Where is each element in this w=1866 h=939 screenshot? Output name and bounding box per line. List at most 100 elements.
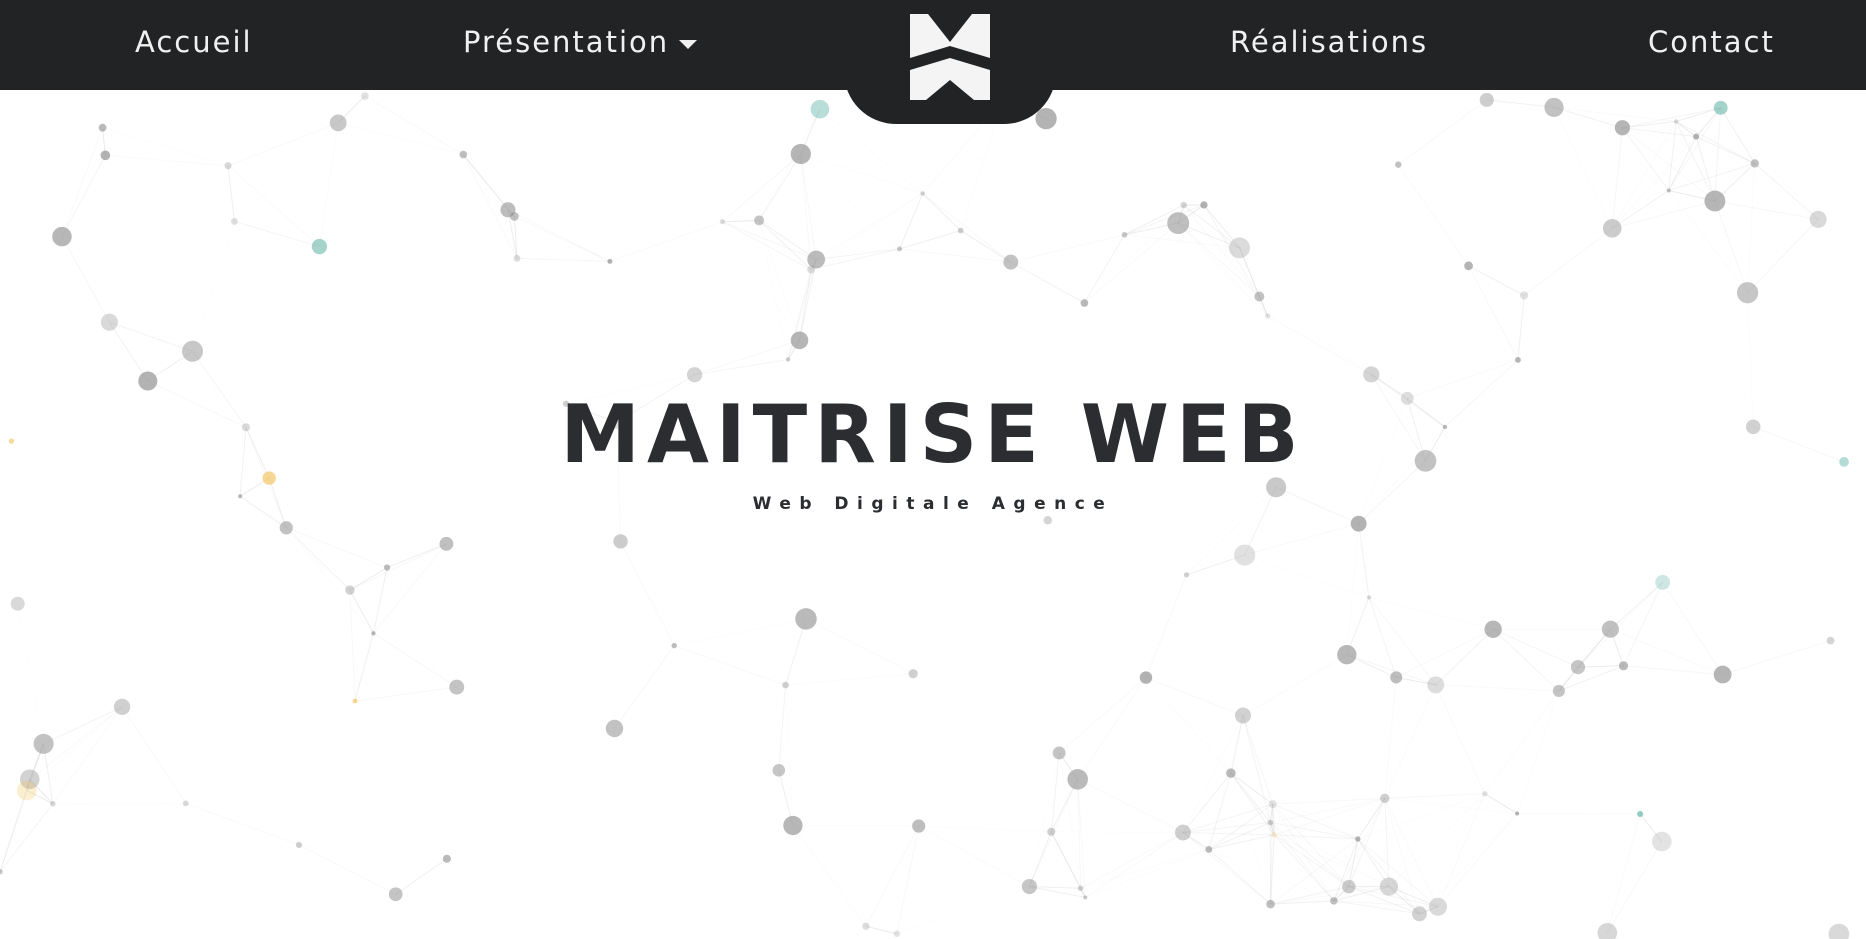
network-link: [1553, 106, 1623, 129]
network-link: [1045, 118, 1125, 236]
network-link: [338, 122, 464, 156]
network-link: [1177, 222, 1260, 297]
network-link: [918, 825, 1030, 887]
network-link: [1516, 690, 1560, 814]
network-node: [1482, 790, 1488, 797]
network-node: [1077, 885, 1084, 892]
network-node: [295, 841, 303, 848]
network-node: [224, 162, 232, 170]
network-link: [1384, 798, 1420, 914]
network-link: [192, 221, 235, 352]
network-node: [613, 534, 628, 549]
network-node: [1205, 845, 1213, 853]
network-node: [897, 246, 903, 252]
network-link: [18, 604, 122, 707]
network-node: [361, 92, 369, 100]
network-link: [922, 193, 962, 231]
network-link: [786, 685, 793, 825]
network-node: [671, 642, 677, 649]
network-node: [1080, 299, 1089, 307]
network-node: [1655, 574, 1671, 590]
network-link: [1347, 655, 1385, 799]
network-link: [1010, 261, 1085, 304]
nav-link-contact[interactable]: Contact: [1648, 0, 1775, 84]
network-node: [1673, 119, 1679, 124]
network-node: [1379, 877, 1399, 896]
network-link: [1051, 831, 1183, 834]
network-node: [1330, 897, 1338, 905]
network-link: [1435, 684, 1559, 692]
network-link: [318, 122, 339, 247]
network-link: [674, 618, 807, 647]
network-node: [1515, 811, 1520, 816]
network-link: [620, 541, 675, 646]
network-node: [1693, 133, 1700, 140]
network-node: [98, 123, 107, 132]
network-node: [1519, 291, 1529, 300]
network-link: [1395, 628, 1494, 678]
network-link: [1492, 628, 1579, 668]
network-link: [1623, 582, 1664, 667]
logo-home-link[interactable]: [844, 0, 1056, 124]
network-link: [1754, 163, 1819, 220]
network-link: [816, 231, 961, 260]
network-node: [182, 340, 204, 362]
network-link: [800, 153, 900, 250]
network-node: [1427, 676, 1445, 694]
network-node: [1035, 107, 1057, 130]
network-node: [459, 150, 468, 159]
network-node: [138, 371, 158, 391]
network-link: [922, 193, 1012, 263]
nav-link-realisations[interactable]: Réalisations: [1230, 0, 1428, 84]
network-node: [345, 585, 355, 595]
network-node: [1067, 769, 1088, 790]
network-link: [722, 222, 799, 341]
network-node: [1234, 544, 1256, 566]
network-link: [227, 165, 235, 222]
network-link: [1182, 822, 1271, 834]
network-node: [1828, 923, 1850, 939]
network-link: [722, 221, 812, 270]
network-link: [1145, 677, 1244, 716]
nav-link-realisations-label: Réalisations: [1230, 25, 1429, 59]
network-node: [1713, 665, 1732, 684]
network-link: [286, 527, 388, 569]
network-node: [113, 698, 131, 716]
network-link: [1384, 797, 1518, 814]
network-node: [1614, 120, 1631, 136]
network-node: [783, 815, 803, 836]
network-link: [896, 825, 920, 934]
nav-link-accueil[interactable]: Accueil: [135, 0, 253, 84]
network-node: [100, 150, 111, 161]
hero-title: MAITRISE WEB: [560, 388, 1306, 481]
network-link: [185, 802, 300, 846]
network-link: [1662, 582, 1724, 675]
network-node: [1602, 219, 1622, 238]
network-node: [52, 226, 72, 247]
network-link: [1242, 715, 1274, 805]
network-link: [1245, 555, 1347, 655]
network-node: [1342, 879, 1356, 894]
network-link: [1273, 834, 1335, 902]
network-link: [1259, 296, 1372, 375]
network-node: [1713, 100, 1728, 115]
network-link: [758, 220, 800, 341]
caret-down-icon: [679, 39, 698, 49]
network-node: [1180, 201, 1187, 209]
network-node: [1544, 97, 1564, 118]
network-node: [510, 212, 519, 221]
network-node: [1704, 190, 1726, 212]
network-node: [1139, 671, 1153, 684]
network-link: [0, 803, 54, 873]
network-node: [862, 922, 870, 930]
network-node: [279, 521, 293, 535]
network-node: [182, 800, 189, 807]
network-link: [234, 123, 338, 222]
network-link: [386, 543, 447, 569]
network-link: [1048, 520, 1187, 575]
network-node: [33, 733, 54, 754]
network-link: [609, 221, 723, 262]
nav-link-presentation[interactable]: Présentation: [463, 0, 698, 84]
network-link: [1407, 266, 1468, 399]
network-node: [1618, 661, 1629, 671]
